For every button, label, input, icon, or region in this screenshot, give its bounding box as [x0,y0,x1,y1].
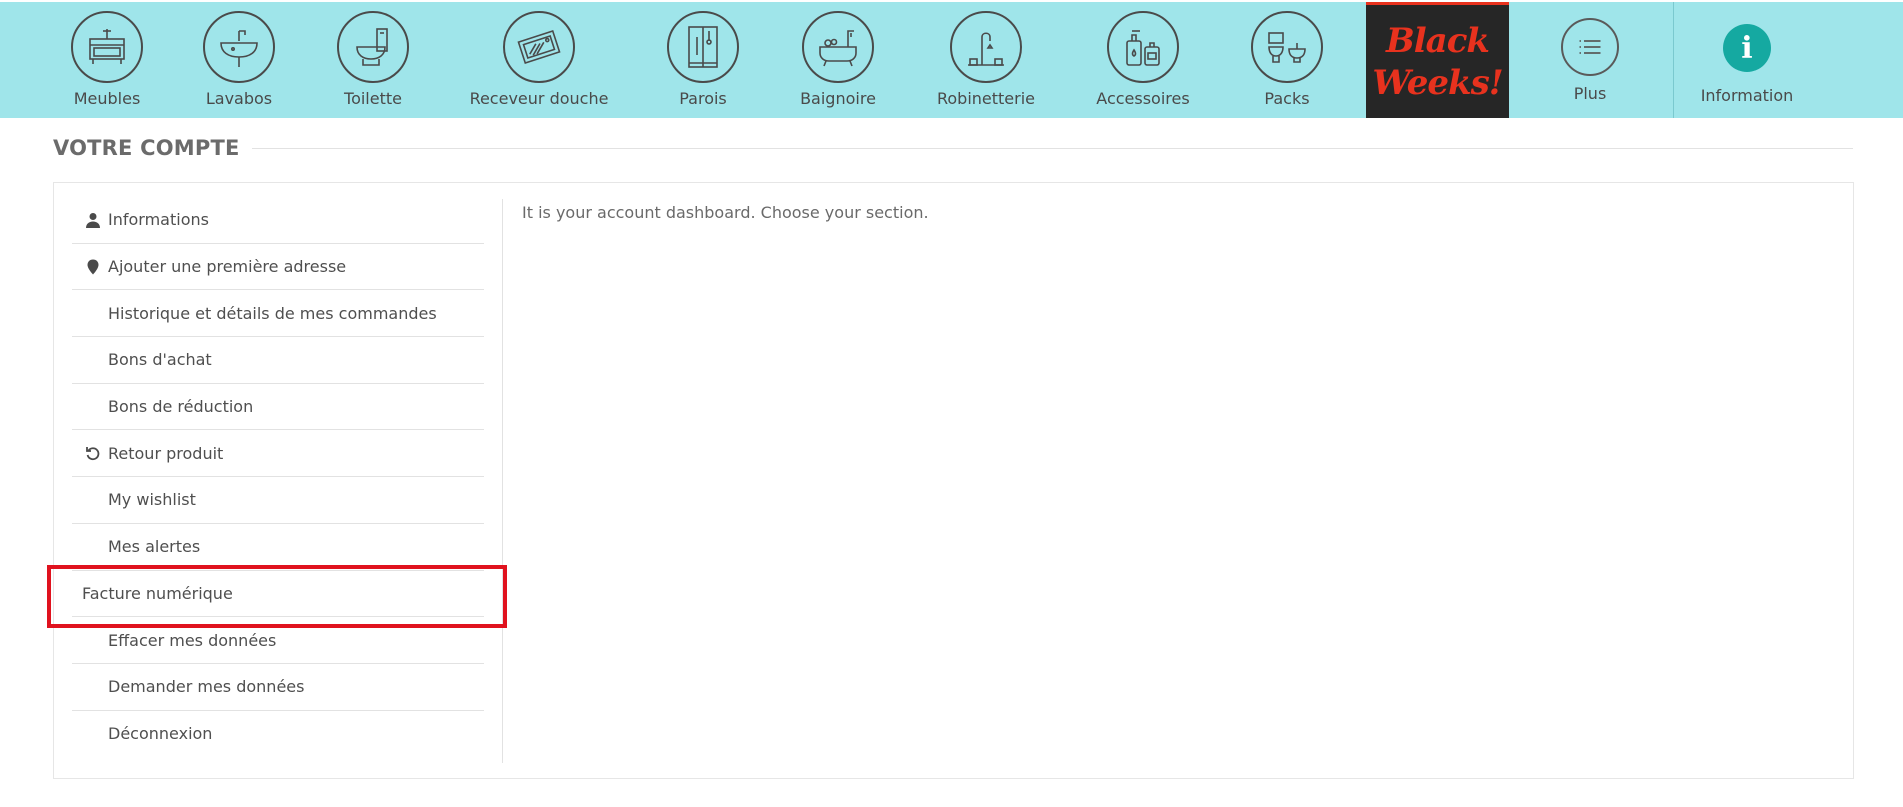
nav-item-meubles[interactable]: Meubles [68,2,146,118]
page-title-row: VOTRE COMPTE [53,136,1853,160]
sidebar-item-historique-commandes[interactable]: Historique et détails de mes commandes [72,290,484,338]
sidebar-item-label: Effacer mes données [108,630,277,650]
title-divider [251,147,1853,149]
nav-item-parois[interactable]: Parois [666,2,740,118]
sidebar-item-label: Demander mes données [108,677,305,697]
nav-label: Lavabos [205,89,273,108]
sidebar-item-label: Retour produit [108,443,224,463]
nav-item-lavabos[interactable]: Lavabos [202,2,276,118]
nav-item-toilette[interactable]: Toilette [334,2,412,118]
sidebar-item-label: Historique et détails de mes commandes [108,303,437,323]
black-weeks-promo-banner[interactable]: Black Weeks! [1366,2,1509,118]
nav-label: Parois [679,89,727,108]
nav-label: Accessoires [1096,89,1190,108]
user-icon [84,211,102,229]
promo-line-2: Weeks! [1372,62,1503,103]
vanity-cabinet-icon [71,11,143,83]
top-navigation-bar: Meubles Lavabos Toilette Receveur douche… [0,2,1903,118]
sidebar-item-retour-produit[interactable]: Retour produit [72,430,484,478]
nav-item-robinetterie[interactable]: Robinetterie [936,2,1036,118]
nav-item-accessoires[interactable]: Accessoires [1094,2,1192,118]
account-sidebar-menu: Informations Ajouter une première adress… [72,197,484,757]
nav-item-baignoire[interactable]: Baignoire [798,2,878,118]
toilet-bidet-pack-icon [1251,11,1323,83]
toilet-icon [337,11,409,83]
nav-label: Packs [1264,89,1310,108]
account-panel: Informations Ajouter une première adress… [53,182,1854,779]
soap-dispenser-icon [1107,11,1179,83]
sidebar-item-mes-alertes[interactable]: Mes alertes [72,524,484,571]
sidebar-item-informations[interactable]: Informations [72,197,484,244]
sidebar-item-bons-reduction[interactable]: Bons de réduction [72,384,484,431]
bathtub-icon [802,11,874,83]
promo-line-1: Black [1386,20,1490,61]
nav-label: Receveur douche [469,89,609,108]
content-divider [502,199,503,763]
nav-label: Plus [1573,84,1607,103]
sidebar-item-label: Informations [108,210,209,230]
sidebar-item-effacer-donnees[interactable]: Effacer mes données [72,617,484,664]
shower-tray-icon [503,11,575,83]
nav-item-receveur-douche[interactable]: Receveur douche [466,2,612,118]
dashboard-message: It is your account dashboard. Choose you… [522,203,929,222]
info-icon: i [1723,24,1771,72]
sidebar-item-label: Bons de réduction [108,397,254,417]
sidebar-item-deconnexion[interactable]: Déconnexion [72,711,484,758]
nav-label: Robinetterie [936,89,1036,108]
sidebar-item-demander-donnees[interactable]: Demander mes données [72,664,484,711]
nav-label: Toilette [344,89,402,108]
nav-item-information[interactable]: i Information [1694,2,1800,118]
nav-divider [1673,2,1674,118]
undo-icon [84,444,102,462]
sidebar-item-label: My wishlist [108,490,196,510]
washbasin-icon [203,11,275,83]
sidebar-item-label: Déconnexion [108,724,213,744]
sidebar-item-my-wishlist[interactable]: My wishlist [72,477,484,524]
faucet-icon [950,11,1022,83]
nav-label: Meubles [73,89,141,108]
shower-enclosure-icon [667,11,739,83]
map-pin-icon [84,258,102,276]
sidebar-item-label: Bons d'achat [108,350,212,370]
nav-item-packs[interactable]: Packs [1246,2,1328,118]
nav-item-plus[interactable]: Plus [1560,2,1620,118]
nav-label: Information [1700,86,1794,105]
sidebar-item-label: Ajouter une première adresse [108,257,347,277]
nav-label: Baignoire [800,89,876,108]
sidebar-item-facture-numerique[interactable]: Facture numérique [72,571,484,618]
sidebar-item-label: Mes alertes [108,537,201,557]
sidebar-item-bons-achat[interactable]: Bons d'achat [72,337,484,384]
page-title: VOTRE COMPTE [53,136,240,160]
list-icon [1561,18,1619,76]
sidebar-item-label: Facture numérique [82,583,233,603]
sidebar-item-ajouter-adresse[interactable]: Ajouter une première adresse [72,244,484,291]
